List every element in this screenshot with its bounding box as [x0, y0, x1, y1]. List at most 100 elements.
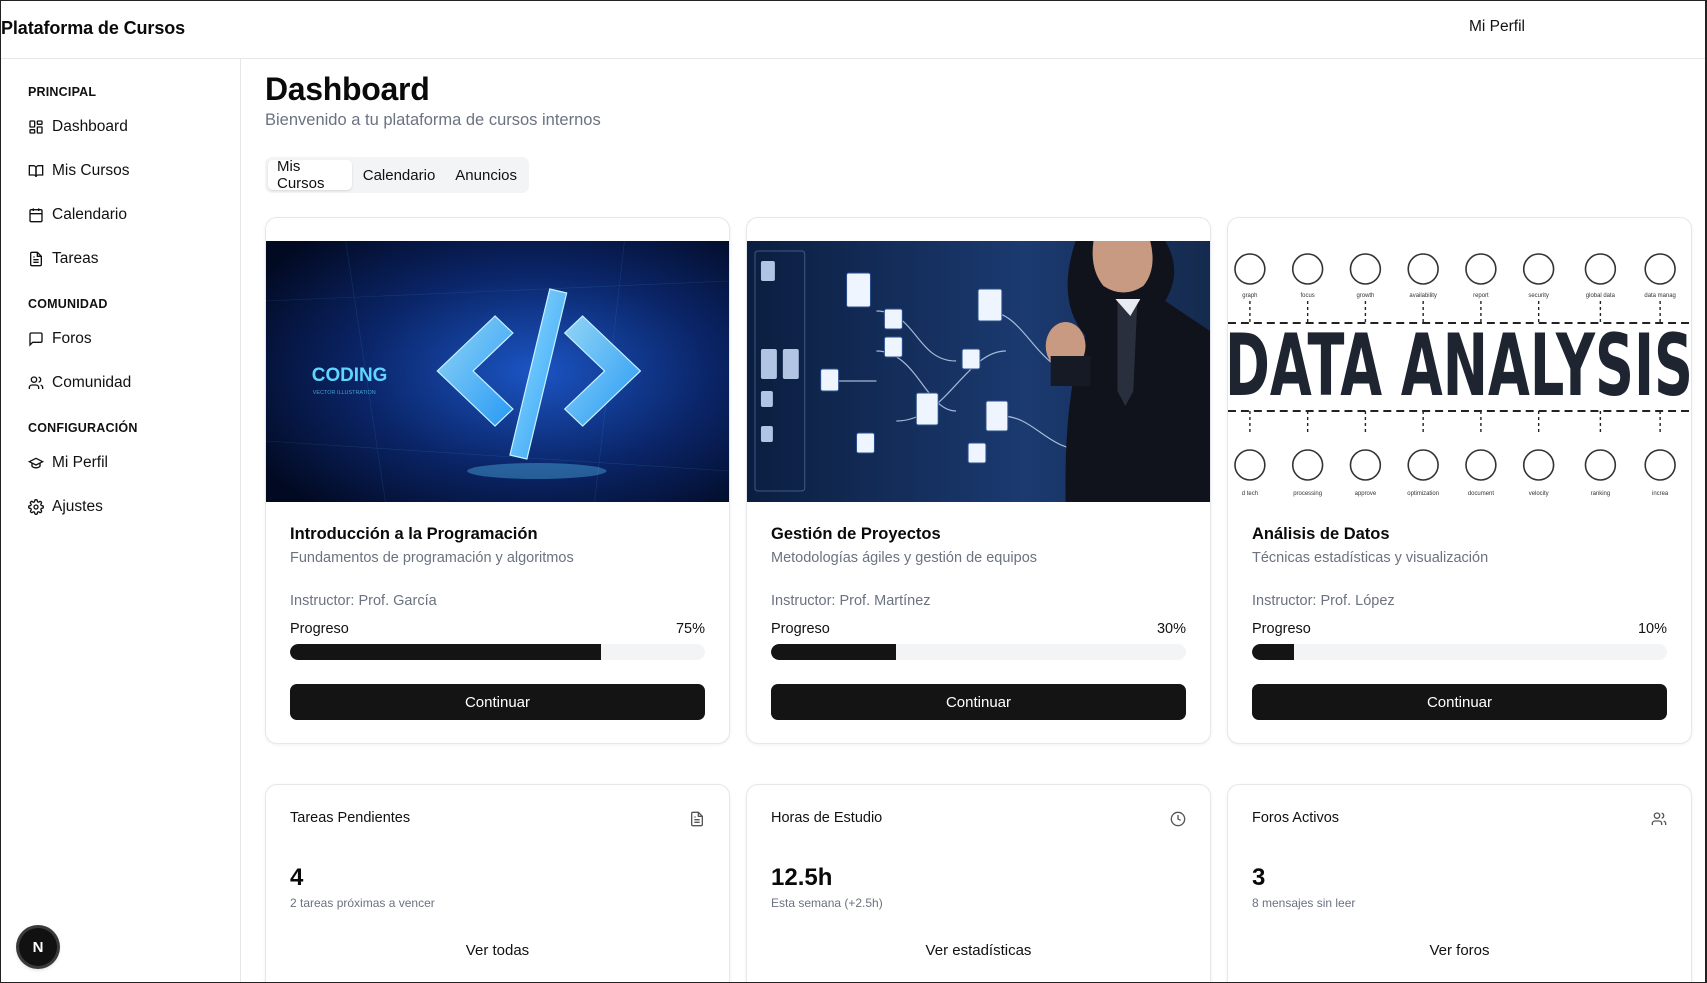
infographic-label: focus	[1301, 293, 1315, 299]
file-text-icon	[691, 811, 703, 827]
message-square-icon	[29, 332, 43, 347]
tab-anuncios[interactable]: Anuncios	[446, 160, 526, 190]
image-title-text: DATA ANALYSIS	[1228, 316, 1691, 416]
sidebar-section-configuracion: CONFIGURACIÓN	[28, 421, 138, 435]
course-title: Introducción a la Programación	[290, 525, 538, 543]
sidebar-item-mis-cursos[interactable]: Mis Cursos	[28, 157, 130, 185]
course-title: Análisis de Datos	[1252, 525, 1390, 543]
app-window: Plataforma de Cursos Mi Perfil PRINCIPAL…	[0, 0, 1707, 983]
page-subtitle: Bienvenido a tu plataforma de cursos int…	[265, 111, 601, 129]
stat-note: 2 tareas próximas a vencer	[290, 896, 435, 910]
infographic-label: increa	[1652, 491, 1669, 497]
header-profile-link[interactable]: Mi Perfil	[1469, 18, 1525, 36]
image-subtitle-text: VECTOR ILLUSTRATION	[313, 390, 376, 396]
progress-percent: 75%	[675, 621, 705, 637]
infographic-label: processing	[1293, 491, 1322, 497]
course-image-coding: CODING VECTOR ILLUSTRATION	[266, 241, 729, 502]
sidebar-item-label: Ajustes	[52, 498, 103, 515]
infographic-label: velocity	[1529, 491, 1549, 497]
nextjs-dev-badge[interactable]: N	[19, 928, 57, 966]
progress-bar-fill	[771, 644, 896, 660]
course-card: CODING VECTOR ILLUSTRATION Introducción …	[265, 217, 730, 744]
infographic-label: growth	[1356, 293, 1374, 299]
stat-title: Foros Activos	[1252, 810, 1340, 826]
course-description: Técnicas estadísticas y visualización	[1252, 550, 1489, 566]
stat-title: Horas de Estudio	[771, 810, 883, 826]
sidebar-item-label: Tareas	[52, 250, 99, 267]
continue-button[interactable]: Continuar	[1252, 684, 1667, 720]
tab-mis-cursos[interactable]: Mis Cursos	[268, 158, 352, 192]
sidebar-item-tareas[interactable]: Tareas	[28, 245, 99, 273]
sidebar-item-label: Mis Cursos	[52, 162, 130, 179]
stat-note: 8 mensajes sin leer	[1252, 896, 1356, 910]
infographic-label: data manag	[1644, 293, 1675, 299]
stat-value: 4	[290, 864, 304, 891]
sidebar-item-label: Calendario	[52, 206, 127, 223]
sidebar-item-label: Foros	[52, 330, 92, 347]
sidebar-item-dashboard[interactable]: Dashboard	[28, 113, 128, 141]
page-title: Dashboard	[265, 71, 430, 107]
progress-percent: 30%	[1156, 621, 1186, 637]
course-description: Metodologías ágiles y gestión de equipos	[771, 550, 1038, 566]
infographic-label: document	[1468, 491, 1494, 497]
progress-bar-fill	[290, 644, 602, 660]
infographic-label: global data	[1586, 293, 1616, 299]
view-stats-link[interactable]: Ver estadísticas	[747, 942, 1210, 959]
progress-percent: 10%	[1637, 621, 1667, 637]
course-image-data-analysis: graph focus growth availability report securi…	[1228, 241, 1691, 502]
view-forums-link[interactable]: Ver foros	[1228, 942, 1691, 959]
course-instructor: Instructor: Prof. García	[290, 593, 437, 609]
infographic-label: ranking	[1591, 491, 1611, 497]
infographic-label: availability	[1409, 293, 1436, 299]
continue-button[interactable]: Continuar	[771, 684, 1186, 720]
dashboard-icon	[29, 120, 43, 134]
infographic-label: graph	[1242, 293, 1257, 299]
progress-bar-fill	[1252, 644, 1294, 660]
course-image-project-management	[747, 241, 1210, 502]
view-all-tasks-link[interactable]: Ver todas	[266, 942, 729, 959]
course-instructor: Instructor: Prof. Martínez	[771, 593, 931, 609]
sidebar-item-mi-perfil[interactable]: Mi Perfil	[28, 449, 108, 477]
sidebar-item-foros[interactable]: Foros	[28, 325, 92, 353]
clock-icon	[1170, 811, 1186, 827]
course-title: Gestión de Proyectos	[771, 525, 941, 543]
tab-bar: Mis Cursos Calendario Anuncios	[265, 157, 529, 193]
course-card: graph focus growth availability report securi…	[1227, 217, 1692, 744]
stat-card-study-hours: Horas de Estudio 12.5h Esta semana (+2.5…	[746, 784, 1211, 982]
tab-calendario[interactable]: Calendario	[354, 160, 445, 190]
sidebar: PRINCIPAL Dashboard Mis Cursos Calendari…	[1, 59, 241, 982]
progress-bar	[290, 644, 705, 660]
top-bar: Plataforma de Cursos Mi Perfil	[1, 1, 1705, 59]
stat-card-pending-tasks: Tareas Pendientes 4 2 tareas próximas a …	[265, 784, 730, 982]
settings-icon	[28, 499, 44, 515]
calendar-icon	[29, 208, 43, 223]
sidebar-item-label: Mi Perfil	[52, 454, 108, 471]
progress-bar	[1252, 644, 1667, 660]
image-title-text: CODING	[312, 365, 388, 386]
sidebar-section-comunidad: COMUNIDAD	[28, 297, 108, 311]
continue-button[interactable]: Continuar	[290, 684, 705, 720]
stat-value: 3	[1252, 864, 1266, 891]
sidebar-item-ajustes[interactable]: Ajustes	[28, 493, 103, 521]
infographic-label: approve	[1355, 491, 1377, 497]
infographic-label: optimization	[1407, 491, 1439, 497]
stat-note: Esta semana (+2.5h)	[771, 896, 883, 910]
sidebar-item-label: Comunidad	[52, 374, 132, 391]
sidebar-item-comunidad[interactable]: Comunidad	[28, 369, 131, 397]
course-description: Fundamentos de programación y algoritmos	[290, 550, 574, 566]
infographic-label: d tech	[1242, 491, 1258, 497]
stat-title: Tareas Pendientes	[290, 810, 411, 826]
stat-value: 12.5h	[771, 864, 833, 891]
users-icon	[28, 376, 44, 389]
progress-label: Progreso	[1252, 621, 1311, 637]
sidebar-item-calendario[interactable]: Calendario	[28, 201, 127, 229]
progress-label: Progreso	[290, 621, 349, 637]
progress-bar	[771, 644, 1186, 660]
stat-card-active-forums: Foros Activos 3 8 mensajes sin leer Ver …	[1227, 784, 1692, 982]
users-icon	[1651, 812, 1667, 825]
progress-label: Progreso	[771, 621, 830, 637]
infographic-label: security	[1528, 293, 1549, 299]
file-text-icon	[30, 251, 42, 267]
book-open-icon	[28, 165, 44, 178]
course-card: Gestión de Proyectos Metodologías ágiles…	[746, 217, 1211, 744]
